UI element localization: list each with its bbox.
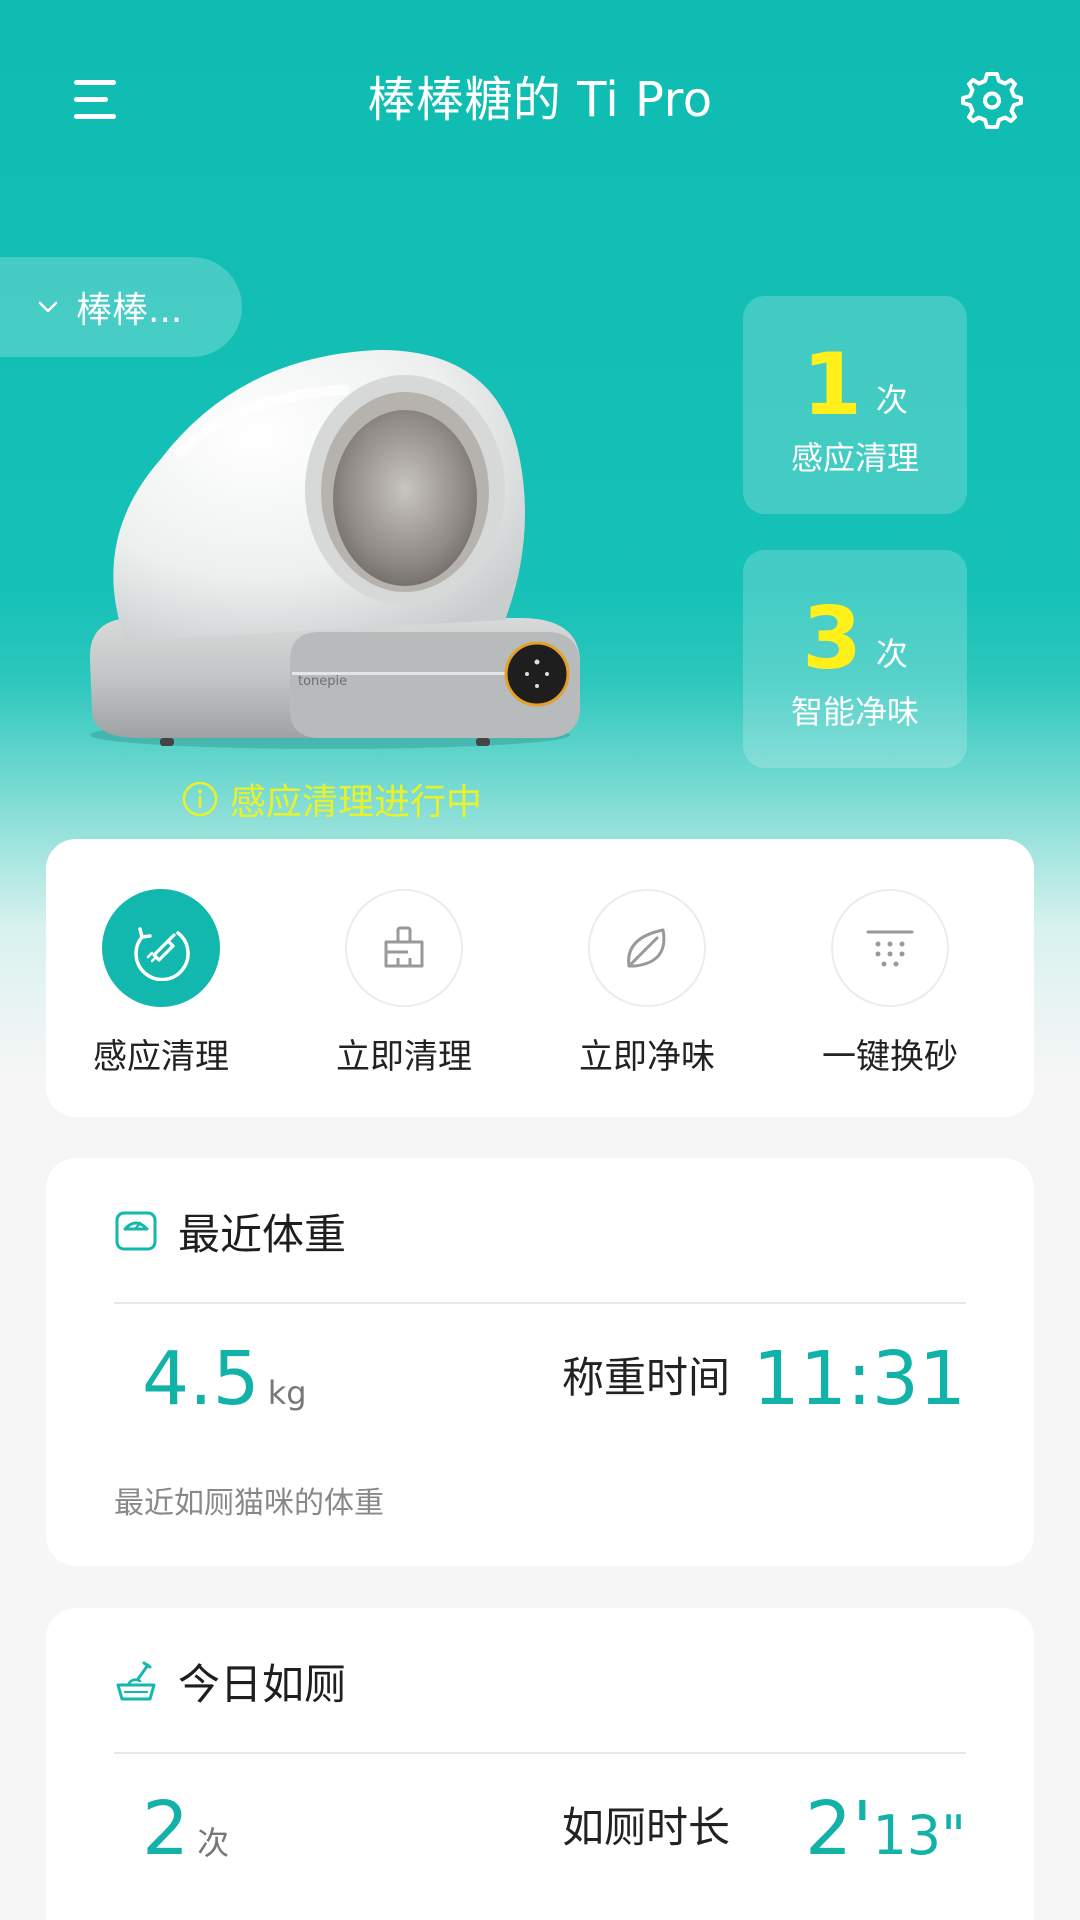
weight-card[interactable]: 最近体重 4.5 kg 称重时间 11:31 最近如厕猫咪的体重 xyxy=(46,1158,1034,1566)
toilet-card[interactable]: 今日如厕 2 次 如厕时长 2' 13" xyxy=(46,1608,1034,1920)
chevron-down-icon xyxy=(38,301,58,313)
top-bar: 棒棒糖的 Ti Pro xyxy=(0,50,1080,150)
brand-text: tonepie xyxy=(298,674,347,689)
cat-selector-label: 棒棒... xyxy=(76,290,183,331)
leaf-icon xyxy=(627,928,666,968)
stat-value: 1 xyxy=(802,335,862,435)
toilet-count-group: 2 次 xyxy=(142,1784,229,1874)
stat-card-deodorize: 3 次 智能净味 xyxy=(743,550,967,768)
stat-card-auto-clean: 1 次 感应清理 xyxy=(743,296,967,514)
menu-icon[interactable] xyxy=(68,72,124,128)
stat-value: 3 xyxy=(802,589,862,689)
weight-unit: kg xyxy=(267,1374,307,1412)
weigh-time-label: 称重时间 xyxy=(562,1353,731,1402)
action-label: 一键换砂 xyxy=(822,1037,958,1077)
action-panel: 感应清理 立即清理 立即净味 一键换砂 xyxy=(46,839,1034,1117)
litter-box-image: tonepie xyxy=(80,340,600,760)
auto-clean-button[interactable]: 感应清理 xyxy=(71,889,251,1081)
status-text: 感应清理进行中 xyxy=(230,782,483,823)
toilet-duration-minutes: 2' xyxy=(805,1786,873,1872)
stat-label: 智能净味 xyxy=(790,693,919,731)
weight-value: 4.5 xyxy=(142,1336,260,1422)
weight-value-group: 4.5 kg xyxy=(142,1334,307,1424)
clean-now-button[interactable]: 立即清理 xyxy=(314,889,494,1081)
change-litter-button[interactable]: 一键换砂 xyxy=(800,889,980,1081)
weight-note: 最近如厕猫咪的体重 xyxy=(114,1486,384,1521)
toilet-duration-group: 2' 13" xyxy=(805,1784,966,1881)
info-icon xyxy=(182,781,218,817)
scale-icon xyxy=(115,1211,157,1251)
litter-tray-icon xyxy=(116,1661,156,1701)
divider xyxy=(114,1752,966,1754)
action-label: 感应清理 xyxy=(93,1037,229,1077)
page-title: 棒棒糖的 Ti Pro xyxy=(367,72,713,128)
weigh-time-value: 11:31 xyxy=(752,1336,966,1422)
toilet-duration-seconds: 13" xyxy=(872,1804,966,1867)
gear-icon[interactable] xyxy=(960,68,1024,132)
action-label: 立即清理 xyxy=(336,1037,472,1077)
deodorize-now-button[interactable]: 立即净味 xyxy=(557,889,737,1081)
status-message: 感应清理进行中 xyxy=(182,776,483,823)
stat-label: 感应清理 xyxy=(790,439,919,477)
stat-unit: 次 xyxy=(875,381,908,419)
card-title: 今日如厕 xyxy=(178,1659,347,1709)
toilet-count: 2 xyxy=(142,1786,190,1872)
card-title: 最近体重 xyxy=(178,1209,347,1259)
litter-change-icon xyxy=(866,930,914,967)
toilet-duration-label: 如厕时长 xyxy=(562,1803,731,1852)
broom-icon xyxy=(384,926,424,968)
action-label: 立即净味 xyxy=(579,1037,715,1077)
auto-clean-icon xyxy=(134,927,190,981)
toilet-count-unit: 次 xyxy=(197,1824,230,1862)
stat-unit: 次 xyxy=(875,635,908,673)
divider xyxy=(114,1302,966,1304)
